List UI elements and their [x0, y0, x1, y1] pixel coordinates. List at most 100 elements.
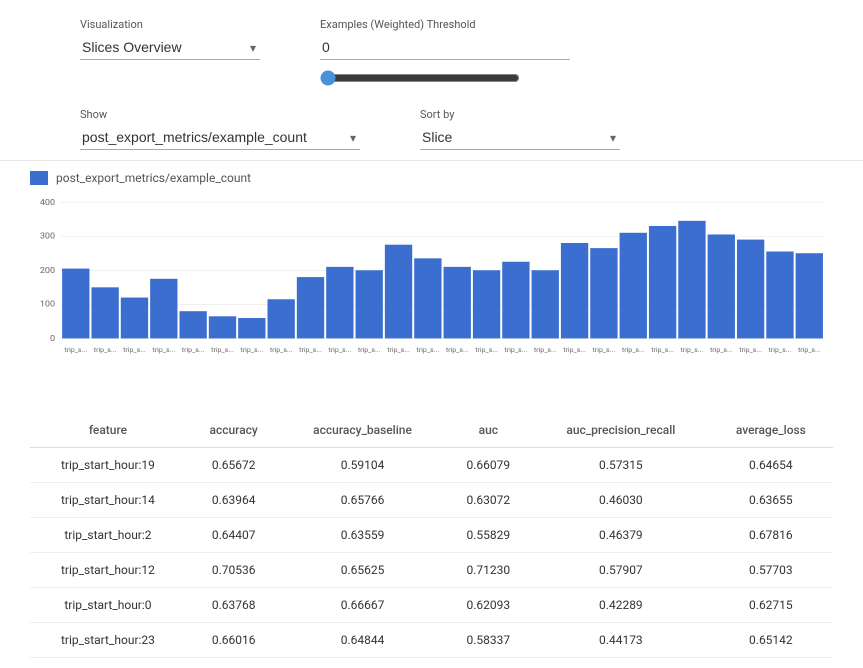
- col-average-loss: average_loss: [709, 413, 833, 448]
- table-header: feature accuracy accuracy_baseline auc a…: [30, 413, 833, 448]
- bar-label-12: trip_s...: [417, 346, 440, 354]
- table-cell-5-2: 0.64844: [281, 623, 443, 658]
- table-cell-1-5: 0.63655: [709, 483, 833, 518]
- col-accuracy: accuracy: [186, 413, 282, 448]
- bar-label-8: trip_s...: [299, 346, 322, 354]
- table-cell-1-3: 0.63072: [444, 483, 533, 518]
- bar-10: [356, 270, 383, 338]
- chart-container: 400 300 200 100 0 trip_s...trip_s...trip…: [30, 193, 833, 393]
- bar-label-22: trip_s...: [710, 346, 733, 354]
- table-cell-0-0: trip_start_hour:19: [30, 448, 186, 483]
- table-cell-2-4: 0.46379: [533, 518, 709, 553]
- table-row: trip_start_hour:120.705360.656250.712300…: [30, 553, 833, 588]
- table-cell-2-2: 0.63559: [281, 518, 443, 553]
- show-label: Show: [80, 108, 360, 121]
- table-row: trip_start_hour:230.660160.648440.58337 0…: [30, 623, 833, 658]
- show-control: Show post_export_metrics/example_count ▾: [80, 108, 360, 150]
- bar-label-11: trip_s...: [387, 346, 410, 354]
- col-auc: auc: [444, 413, 533, 448]
- bar-label-16: trip_s...: [534, 346, 557, 354]
- bar-label-25: trip_s...: [798, 346, 821, 354]
- table-cell-3-2: 0.65625: [281, 553, 443, 588]
- table-cell-2-5: 0.67816: [709, 518, 833, 553]
- table-cell-0-1: 0.65672: [186, 448, 282, 483]
- table-row: trip_start_hour:140.639640.657660.630720…: [30, 483, 833, 518]
- bar-chart-svg: 400 300 200 100 0 trip_s...trip_s...trip…: [30, 193, 833, 393]
- sort-label: Sort by: [420, 108, 620, 121]
- table-cell-5-0: trip_start_hour:23: [30, 623, 186, 658]
- bar-label-9: trip_s...: [329, 346, 352, 354]
- data-table: feature accuracy accuracy_baseline auc a…: [30, 413, 833, 658]
- bar-11: [385, 245, 412, 339]
- bar-25: [796, 253, 823, 338]
- svg-text:300: 300: [40, 232, 55, 241]
- table-cell-0-4: 0.57315: [533, 448, 709, 483]
- table-cell-3-4: 0.57907: [533, 553, 709, 588]
- bar-15: [502, 262, 529, 339]
- bar-label-4: trip_s...: [182, 346, 205, 354]
- legend-text: post_export_metrics/example_count: [56, 171, 251, 185]
- threshold-slider[interactable]: [320, 70, 520, 86]
- threshold-input[interactable]: [320, 35, 570, 60]
- table-cell-5-5: 0.65142: [709, 623, 833, 658]
- svg-text:200: 200: [40, 266, 55, 275]
- svg-text:0: 0: [50, 335, 55, 344]
- table-cell-3-0: trip_start_hour:12: [30, 553, 186, 588]
- table-cell-2-3: 0.55829: [444, 518, 533, 553]
- table-body: trip_start_hour:190.656720.591040.660790…: [30, 448, 833, 658]
- visualization-control: Visualization Slices Overview ▾: [80, 18, 260, 60]
- show-select[interactable]: post_export_metrics/example_count: [80, 125, 360, 150]
- bar-label-23: trip_s...: [739, 346, 762, 354]
- bar-7: [268, 299, 295, 338]
- table-row: trip_start_hour:20.644070.635590.558290.…: [30, 518, 833, 553]
- bar-3: [150, 279, 177, 339]
- bar-6: [238, 318, 265, 338]
- table-cell-3-5: 0.57703: [709, 553, 833, 588]
- table-section: feature accuracy accuracy_baseline auc a…: [0, 403, 863, 668]
- show-dropdown-wrapper: post_export_metrics/example_count ▾: [80, 125, 360, 150]
- visualization-label: Visualization: [80, 18, 260, 31]
- table-cell-1-1: 0.63964: [186, 483, 282, 518]
- bar-9: [326, 267, 353, 339]
- table-cell-4-1: 0.63768: [186, 588, 282, 623]
- sort-dropdown-wrapper: Slice ▾: [420, 125, 620, 150]
- svg-text:400: 400: [40, 198, 55, 207]
- table-cell-4-5: 0.62715: [709, 588, 833, 623]
- second-row-controls: Show post_export_metrics/example_count ▾…: [0, 100, 863, 160]
- bar-13: [444, 267, 471, 339]
- bar-1: [91, 287, 118, 338]
- table-cell-5-3: 0.58337: [444, 623, 533, 658]
- table-cell-4-2: 0.66667: [281, 588, 443, 623]
- bar-label-0: trip_s...: [64, 346, 87, 354]
- bar-19: [620, 233, 647, 339]
- col-accuracy-baseline: accuracy_baseline: [281, 413, 443, 448]
- bar-label-20: trip_s...: [651, 346, 674, 354]
- visualization-select[interactable]: Slices Overview: [80, 35, 260, 60]
- table-cell-4-3: 0.62093: [444, 588, 533, 623]
- table-cell-4-4: 0.42289: [533, 588, 709, 623]
- bar-14: [473, 270, 500, 338]
- bar-label-24: trip_s...: [769, 346, 792, 354]
- bar-label-1: trip_s...: [94, 346, 117, 354]
- col-feature: feature: [30, 413, 186, 448]
- bar-label-5: trip_s...: [211, 346, 234, 354]
- bar-label-15: trip_s...: [505, 346, 528, 354]
- bar-18: [590, 248, 617, 338]
- bar-21: [678, 221, 705, 339]
- bar-4: [179, 311, 206, 338]
- bar-label-2: trip_s...: [123, 346, 146, 354]
- bar-2: [121, 298, 148, 339]
- sort-control: Sort by Slice ▾: [420, 108, 620, 150]
- bar-16: [532, 270, 559, 338]
- table-cell-2-1: 0.64407: [186, 518, 282, 553]
- bar-label-14: trip_s...: [475, 346, 498, 354]
- table-cell-5-1: 0.66016: [186, 623, 282, 658]
- sort-select[interactable]: Slice: [420, 125, 620, 150]
- bar-label-6: trip_s...: [241, 346, 264, 354]
- bar-label-18: trip_s...: [593, 346, 616, 354]
- bar-label-13: trip_s...: [446, 346, 469, 354]
- table-cell-1-2: 0.65766: [281, 483, 443, 518]
- bar-20: [649, 226, 676, 338]
- threshold-control: Examples (Weighted) Threshold: [320, 18, 570, 90]
- col-auc-precision-recall: auc_precision_recall: [533, 413, 709, 448]
